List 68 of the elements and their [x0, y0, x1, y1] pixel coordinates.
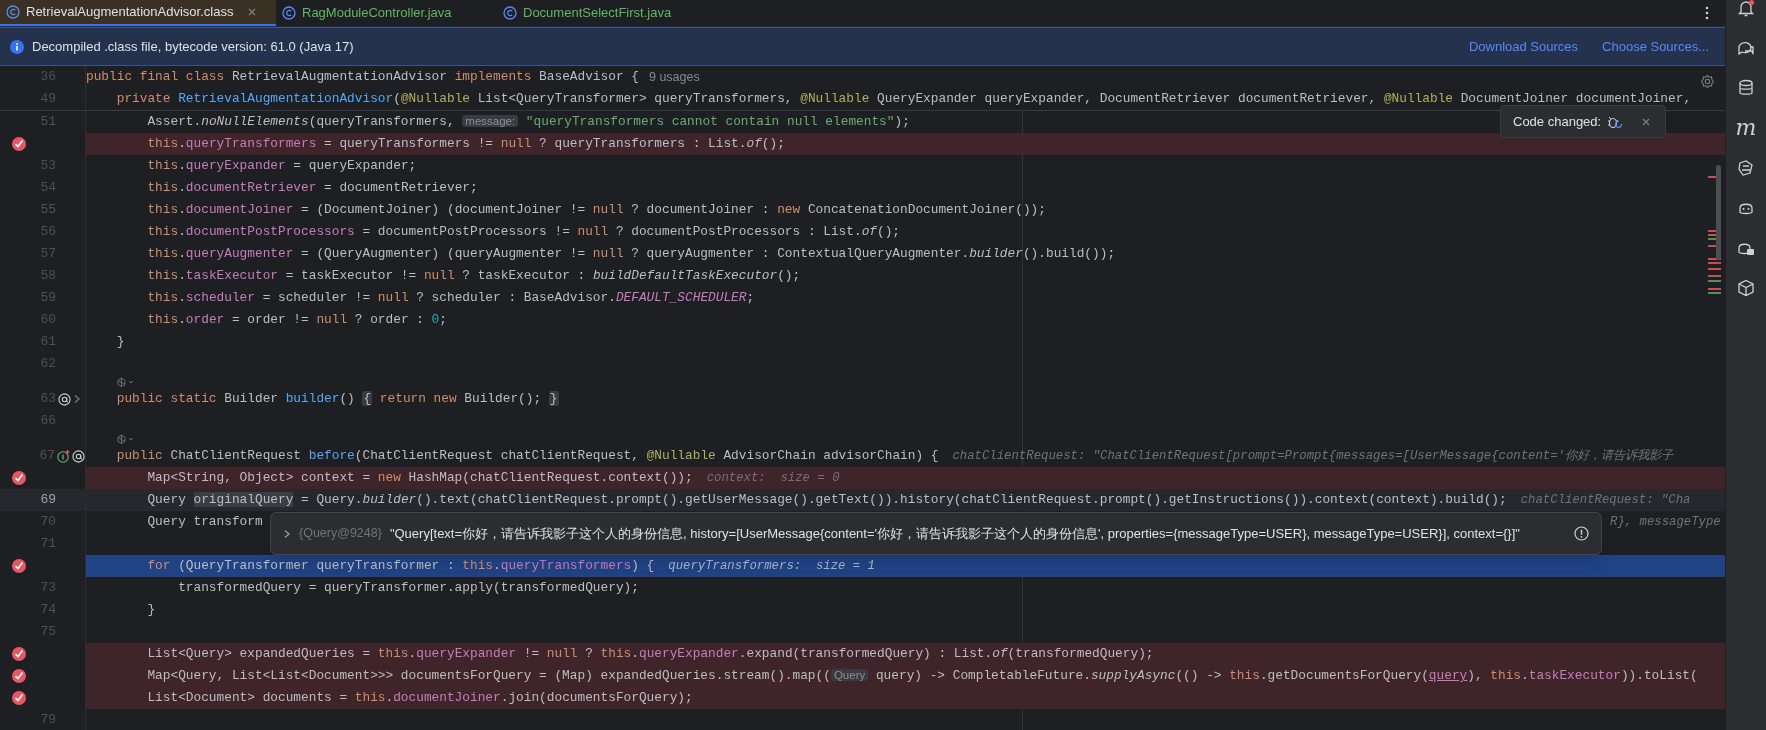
code-line: this.documentRetriever = documentRetriever;	[146, 179, 478, 198]
code-line: this.taskExecutor = taskExecutor != null ? taskExecutor : buildDefaultTaskExecutor();	[146, 267, 801, 286]
banner-link[interactable]: Choose Sources...	[1602, 36, 1709, 57]
chat-icon[interactable]	[1737, 39, 1755, 57]
breakpoint-icon[interactable]	[11, 470, 27, 486]
inline-value-hint: context: size = 0	[706, 469, 840, 487]
code-line: this.queryTransformers = queryTransformers != null ? queryTransformers : List.of();	[146, 135, 785, 154]
code-line: Map<Query, List<List<Document>>> documentsForQuery = (Map) expandedQueries.stream().map(( Query query) -> CompletableFuture.supplyAsync(() -> this.getDocumentsForQuery(query), this.taskExecutor)).toList(	[146, 667, 1698, 686]
code-line: public static Builder builder() { return new Builder(); }	[115, 390, 559, 409]
code-line: Assert.noNullElements(queryTransformers, message: "queryTransformers cannot contain null elements");	[146, 113, 910, 132]
code-line: Query originalQuery = Query.builder().text(chatClientRequest.prompt().getUserMessage().getText()).history(chatClientRequest.prompt().getInstructions()).context(context).build();	[146, 491, 1507, 510]
code-line: Query transform	[146, 513, 263, 532]
object-id: {Query@9248}	[299, 525, 382, 543]
fold-chevron-icon[interactable]	[73, 394, 81, 404]
banner-message: Decompiled .class file, bytecode version: 61.0 (Java 17)	[32, 37, 354, 56]
code-line: List<Document> documents = this.documentJoiner.join(documentsForQuery);	[146, 689, 693, 708]
code-line: this.queryExpander = queryExpander;	[146, 157, 417, 176]
close-icon[interactable]	[247, 7, 258, 17]
code-vision-icon[interactable]	[117, 376, 135, 387]
warning-icon[interactable]	[1574, 526, 1589, 541]
code-line: List<Query> expandedQueries = this.queryExpander != null ? this.queryExpander.expand(transformedQuery) : List.of(transformedQuery);	[146, 645, 1154, 664]
expand-chevron-icon[interactable]	[283, 528, 291, 539]
code-line: this.documentJoiner = (DocumentJoiner) (documentJoiner != null ? documentJoiner : new ConcatenationDocumentJoiner());	[146, 201, 1046, 220]
code-line: public final class RetrievalAugmentationAdvisor implements BaseAdvisor {	[86, 68, 639, 87]
cube-icon[interactable]	[1737, 279, 1755, 297]
code-line: this.scheduler = scheduler != null ? scheduler : BaseAdvisor.DEFAULT_SCHEDULER;	[146, 289, 755, 308]
breakpoint-icon[interactable]	[11, 668, 27, 684]
inline-value-hint: R}, messageType	[1610, 513, 1721, 531]
editor-tab[interactable]: RagModuleController.java	[276, 0, 497, 26]
close-icon[interactable]	[1641, 116, 1652, 127]
at-sign-icon[interactable]	[72, 449, 85, 463]
breakpoint-icon[interactable]	[11, 136, 27, 152]
code-line: }	[146, 601, 156, 620]
breakpoint-icon[interactable]	[11, 690, 27, 706]
code-line: this.documentPostProcessors = documentPostProcessors != null ? documentPostProcessors : List.of();	[146, 223, 901, 242]
code-vision-icon[interactable]	[117, 433, 135, 444]
usages-hint: 9 usages	[648, 68, 700, 86]
notification-bell-icon[interactable]	[1737, 0, 1755, 17]
code-line: public ChatClientRequest before(ChatClientRequest chatClientRequest, @Nullable AdvisorChain advisorChain) {	[115, 447, 939, 466]
editor-tab[interactable]: DocumentSelectFirst.java	[497, 0, 718, 26]
more-icon[interactable]	[1705, 6, 1709, 20]
code-line: transformedQuery = queryTransformer.apply(transformedQuery);	[177, 579, 639, 598]
settings-icon[interactable]	[1700, 74, 1715, 89]
maven-tool-button[interactable]: m	[1735, 117, 1757, 139]
inline-value-hint: chatClientRequest: "Cha	[1520, 491, 1691, 509]
database-icon[interactable]	[1737, 79, 1755, 97]
class-file-icon	[503, 6, 517, 20]
code-line: private RetrievalAugmentationAdvisor(@Nullable List<QueryTransformer> queryTransformers, @Nullable QueryExpander queryExpander, DocumentRetriever documentRetriever, @Nullable DocumentJoiner documentJoiner,	[115, 90, 1693, 109]
info-icon	[10, 39, 24, 54]
class-file-icon	[282, 6, 296, 20]
variable-value: "Query[text=你好，请告诉我影子这个人的身份信息, history=[UserMessage{content='你好，请告诉我影子这个人的身份信息', properties={messageType=USER}, messageType=USER}], context={}]"	[389, 524, 1520, 543]
scrollbar-thumb[interactable]	[1716, 165, 1721, 260]
implements-icon[interactable]	[57, 449, 70, 463]
line-number: 69	[40, 491, 56, 510]
code-line: this.queryAugmenter = (QueryAugmenter) (queryAugmenter != null ? queryAugmenter : ContextualQueryAugmenter.builder().build());	[146, 245, 1116, 264]
inline-value-hint: chatClientRequest: "ChatClientRequest[prompt=Prompt{messages=[UserMessage{content='你好，请告诉我影子	[952, 447, 1673, 465]
code-line: this.order = order != null ? order : 0;	[146, 311, 447, 330]
inline-value-hint: queryTransformers: size = 1	[668, 557, 875, 575]
class-file-icon	[6, 5, 20, 19]
breakpoint-icon[interactable]	[11, 646, 27, 662]
at-sign-icon[interactable]	[58, 392, 71, 406]
banner-link[interactable]: Download Sources	[1468, 36, 1579, 57]
popup-label: Code changed:	[1513, 112, 1602, 131]
editor-tab[interactable]: RetrievalAugmentationAdvisor.class	[0, 0, 276, 26]
code-line: }	[115, 333, 125, 352]
breakpoint-icon[interactable]	[11, 558, 27, 574]
code-line: Map<String, Object> context = new HashMap(chatClientRequest.context());	[146, 469, 693, 488]
code-line: for (QueryTransformer queryTransformer : this.queryTransformers) {	[146, 557, 655, 576]
